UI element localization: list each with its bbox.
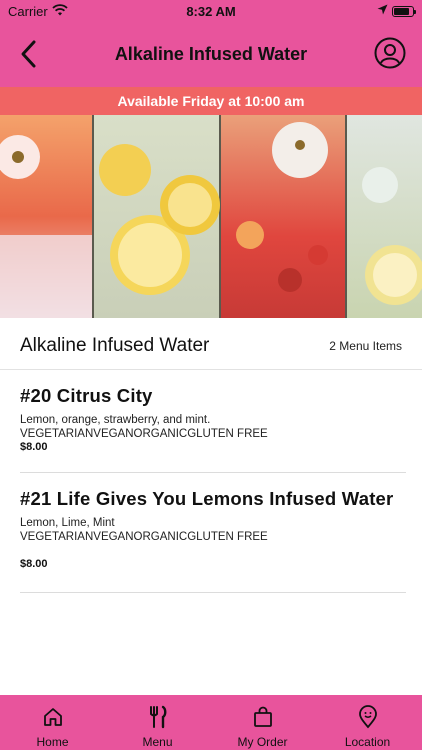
home-icon bbox=[41, 705, 65, 729]
status-bar: Carrier 8:32 AM bbox=[0, 0, 422, 22]
location-pin-icon bbox=[356, 705, 380, 729]
bottom-tab-bar: Home Menu My Order Location bbox=[0, 695, 422, 750]
menu-item-description: Lemon, Lime, Mint bbox=[20, 517, 115, 529]
menu-item[interactable]: #20 Citrus City Lemon, orange, strawberr… bbox=[0, 385, 422, 473]
battery-icon bbox=[392, 6, 416, 17]
page-title: Alkaline Infused Water bbox=[114, 44, 308, 64]
tab-label: Location bbox=[344, 735, 391, 749]
location-arrow-icon bbox=[377, 3, 388, 18]
tab-home[interactable]: Home bbox=[0, 695, 105, 750]
menu-item-price: $8.00 bbox=[20, 558, 48, 570]
section-title: Alkaline Infused Water bbox=[20, 335, 210, 356]
availability-banner: Available Friday at 10:00 am bbox=[0, 87, 422, 115]
app-header: Alkaline Infused Water bbox=[0, 22, 422, 87]
menu-item-tags: VEGETARIANVEGANORGANICGLUTEN FREE bbox=[20, 428, 268, 440]
tab-location[interactable]: Location bbox=[315, 695, 420, 750]
menu-item-name: #21 Life Gives You Lemons Infused Water bbox=[20, 488, 394, 509]
battery-fill bbox=[394, 8, 410, 15]
tab-label: My Order bbox=[237, 735, 288, 749]
utensils-icon bbox=[146, 705, 170, 729]
menu-item-description: Lemon, orange, strawberry, and mint. bbox=[20, 414, 211, 426]
item-divider bbox=[20, 472, 406, 473]
tab-menu[interactable]: Menu bbox=[105, 695, 210, 750]
menu-item[interactable]: #21 Life Gives You Lemons Infused Water … bbox=[0, 488, 422, 593]
infused-water-jars-image bbox=[0, 115, 422, 318]
top-bar: Carrier 8:32 AM Alkaline Infused Water bbox=[0, 0, 422, 87]
menu-item-name: #20 Citrus City bbox=[20, 385, 153, 406]
tab-label: Menu bbox=[142, 735, 173, 749]
status-time: 8:32 AM bbox=[186, 4, 236, 19]
hero-image bbox=[0, 115, 422, 318]
tab-my-order[interactable]: My Order bbox=[210, 695, 315, 750]
profile-button[interactable] bbox=[374, 37, 406, 69]
user-icon bbox=[374, 37, 406, 69]
menu-item-price: $8.00 bbox=[20, 441, 48, 453]
shopping-bag-icon bbox=[251, 705, 275, 729]
menu-item-count: 2 Menu Items bbox=[329, 339, 402, 353]
tab-label: Home bbox=[36, 735, 69, 749]
item-divider bbox=[20, 592, 406, 593]
menu-section-header: Alkaline Infused Water 2 Menu Items bbox=[0, 318, 422, 370]
menu-item-tags: VEGETARIANVEGANORGANICGLUTEN FREE bbox=[20, 531, 268, 543]
back-button[interactable] bbox=[14, 36, 46, 72]
